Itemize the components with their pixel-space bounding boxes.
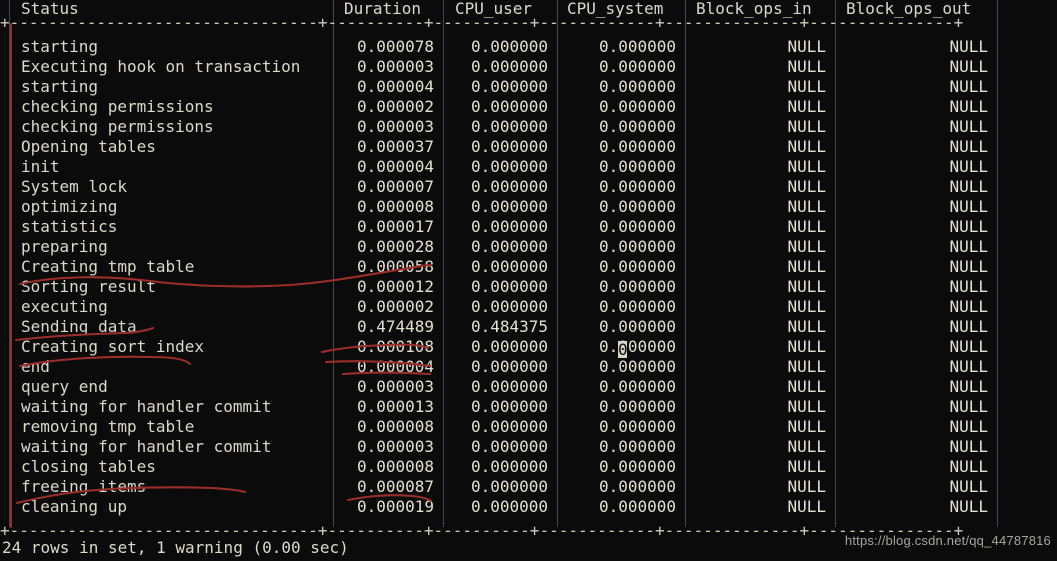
- cell-block-ops-out: NULL: [949, 257, 988, 276]
- terminal-cursor: 0: [618, 340, 628, 359]
- cell-block-ops-out: NULL: [949, 77, 988, 96]
- blog-watermark: https://blog.csdn.net/qq_44787816: [844, 533, 1051, 548]
- cell-block-ops-out: NULL: [949, 177, 988, 196]
- cell-block-ops-out: NULL: [949, 97, 988, 116]
- table-separator-top: +--------------------------------+------…: [0, 13, 964, 32]
- table-row: starting 0.000004 0.000000 0.000000 NULL NULL: [0, 77, 1057, 97]
- terminal-window: Status Duration CPU_user CPU_system Bloc…: [0, 0, 1057, 561]
- table-row: preparing 0.000028 0.000000 0.000000 NULL NUL…: [0, 237, 1057, 257]
- table-row: end 0.000004 0.000000 0.000000 NULL NULL: [0, 357, 1057, 377]
- cell-block-ops-out: NULL: [949, 497, 988, 516]
- cursor-char: 0: [618, 340, 628, 359]
- cell-block-ops-out: NULL: [949, 317, 988, 336]
- query-result-summary: 24 rows in set, 1 warning (0.00 sec): [2, 538, 349, 557]
- table-row: cleaning up 0.000019 0.000000 0.000000 NULL N…: [0, 497, 1057, 517]
- table-row: executing 0.000002 0.000000 0.000000 NULL NUL…: [0, 297, 1057, 317]
- cell-block-ops-out: NULL: [949, 477, 988, 496]
- cell-block-ops-out: NULL: [949, 377, 988, 396]
- cell-block-ops-out: NULL: [949, 457, 988, 476]
- table-row: optimizing 0.000008 0.000000 0.000000 NULL NU…: [0, 197, 1057, 217]
- table-row: Executing hook on transaction 0.000003 0.0…: [0, 57, 1057, 77]
- table-row: checking permissions 0.000003 0.000000 0.00…: [0, 117, 1057, 137]
- cell-block-ops-out: NULL: [949, 197, 988, 216]
- cell-block-ops-out: NULL: [949, 337, 988, 356]
- table-row: statistics 0.000017 0.000000 0.000000 NULL NU…: [0, 217, 1057, 237]
- table-row: System lock 0.000007 0.000000 0.000000 NULL N…: [0, 177, 1057, 197]
- cell-block-ops-out: NULL: [949, 397, 988, 416]
- table-row: freeing items 0.000087 0.000000 0.000000 NUL…: [0, 477, 1057, 497]
- cell-block-ops-out: NULL: [949, 217, 988, 236]
- table-row: checking permissions 0.000002 0.000000 0.00…: [0, 97, 1057, 117]
- table-row: Creating sort index 0.000108 0.000000 0.000…: [0, 337, 1057, 357]
- cell-block-ops-out: NULL: [949, 237, 988, 256]
- table-row: Opening tables 0.000037 0.000000 0.000000 NU…: [0, 137, 1057, 157]
- table-row: Sorting result 0.000012 0.000000 0.000000 NU…: [0, 277, 1057, 297]
- table-row: removing tmp table 0.000008 0.000000 0.0000…: [0, 417, 1057, 437]
- table-row: closing tables 0.000008 0.000000 0.000000 NU…: [0, 457, 1057, 477]
- table-row: Creating tmp table 0.000058 0.000000 0.0000…: [0, 257, 1057, 277]
- cell-block-ops-out: NULL: [949, 117, 988, 136]
- cell-block-ops-out: NULL: [949, 417, 988, 436]
- cell-block-ops-out: NULL: [949, 37, 988, 56]
- table-row: init 0.000004 0.000000 0.000000 NULL NULL: [0, 157, 1057, 177]
- cell-block-ops-out: NULL: [949, 137, 988, 156]
- table-row: starting 0.000078 0.000000 0.000000 NULL NULL: [0, 37, 1057, 57]
- table-row: query end 0.000003 0.000000 0.000000 NULL NUL…: [0, 377, 1057, 397]
- table-row: waiting for handler commit 0.000013 0.0000…: [0, 397, 1057, 417]
- cell-block-ops-out: NULL: [949, 357, 988, 376]
- table-row: Sending data 0.474489 0.484375 0.000000 NULL…: [0, 317, 1057, 337]
- cell-block-ops-out: NULL: [949, 157, 988, 176]
- cell-block-ops-out: NULL: [949, 437, 988, 456]
- cell-block-ops-out: NULL: [949, 57, 988, 76]
- cell-block-ops-out: NULL: [949, 297, 988, 316]
- table-row: waiting for handler commit 0.000003 0.0000…: [0, 437, 1057, 457]
- cell-block-ops-out: NULL: [949, 277, 988, 296]
